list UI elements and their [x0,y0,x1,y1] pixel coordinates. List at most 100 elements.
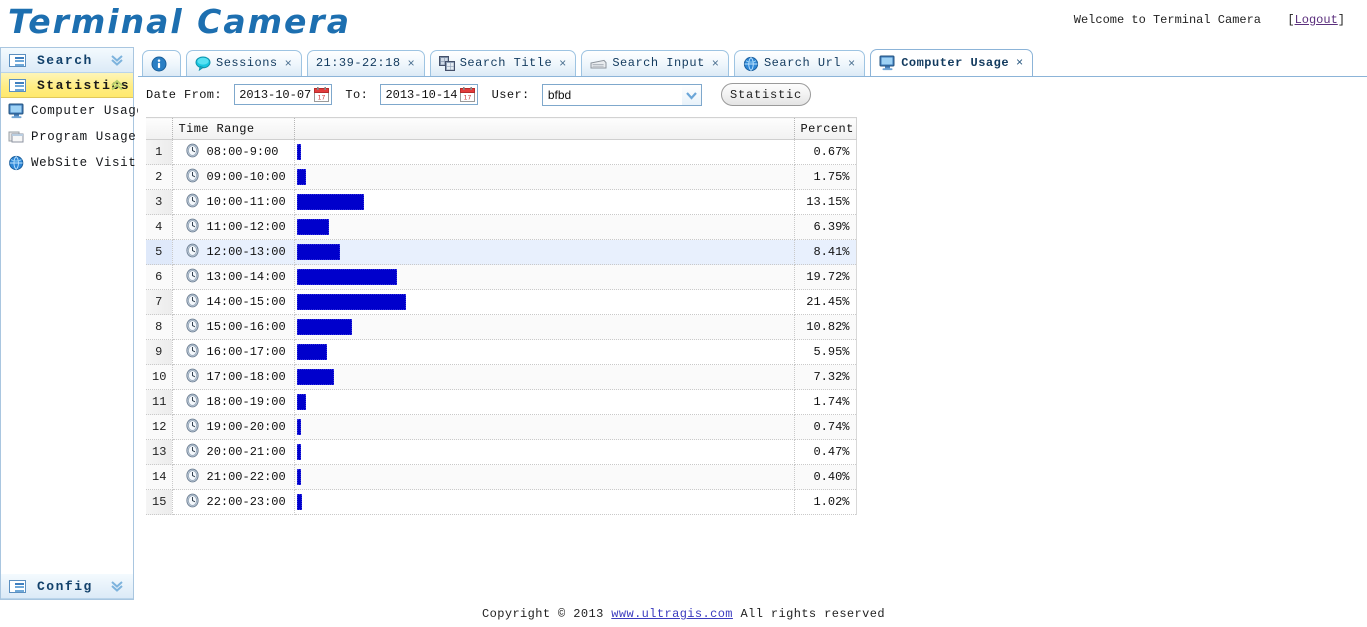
bracket-close: ] [1337,13,1345,27]
row-index: 12 [146,414,173,440]
row-bar-cell [294,389,795,415]
table-row[interactable]: 5 12:00-13:00 8.41% [146,239,857,265]
tab-info[interactable] [142,50,181,76]
row-time-range: 12:00-13:00 [172,239,295,265]
row-time-range: 08:00-9:00 [172,139,295,165]
row-percent: 10.82% [794,314,857,340]
table-row[interactable]: 9 16:00-17:00 5.95% [146,339,857,365]
row-time-range: 16:00-17:00 [172,339,295,365]
usage-bar [296,394,306,410]
table-row[interactable]: 3 10:00-11:00 13.15% [146,189,857,215]
sidebar-group-config[interactable]: Config [1,574,133,599]
table-row[interactable]: 11 18:00-19:00 1.74% [146,389,857,415]
user-select[interactable]: bfbd [541,83,702,106]
row-percent: 0.74% [794,414,857,440]
table-row[interactable]: 7 14:00-15:00 21.45% [146,289,857,315]
filter-toolbar: Date From: 2013-10-07 17 To: 2013-10-14 [138,77,1367,109]
tab-bar: Sessions × 21:39-22:18 × Search Title × … [138,47,1367,77]
row-bar-cell [294,164,795,190]
clock-icon [185,243,200,262]
clock-icon [185,493,200,512]
tab-label: Search Title [459,56,553,70]
clock-icon [185,268,200,287]
tab-search-url[interactable]: Search Url × [733,50,866,76]
sidebar-group-label: Search [37,53,93,68]
sidebar-item-computer-usage[interactable]: Computer Usage [1,98,144,124]
usage-bar [296,269,397,285]
row-index: 10 [146,364,173,390]
site-link[interactable]: www.ultragis.com [611,607,733,621]
close-icon[interactable]: × [408,58,415,70]
sidebar-item-program-usage[interactable]: Program Usage [1,124,136,150]
sidebar-group-statistics[interactable]: Statistics [1,73,133,98]
usage-bar [296,219,329,235]
table-row[interactable]: 4 11:00-12:00 6.39% [146,214,857,240]
usage-bar [296,444,301,460]
row-time-range: 20:00-21:00 [172,439,295,465]
calendar-icon[interactable]: 17 [460,87,476,102]
row-time-range: 10:00-11:00 [172,189,295,215]
close-icon[interactable]: × [285,58,292,70]
usage-bar [296,494,302,510]
row-index: 11 [146,389,173,415]
sidebar-item-label: Computer Usage [31,104,145,118]
row-percent: 1.74% [794,389,857,415]
tab-sessions[interactable]: Sessions × [186,50,302,76]
page-header: Terminal Camera Welcome to Terminal Came… [0,0,1367,46]
tab-time-range[interactable]: 21:39-22:18 × [306,50,425,76]
table-header-row: Time Range Percent [146,117,857,140]
sidebar-group-search[interactable]: Search [1,48,133,73]
table-row[interactable]: 14 21:00-22:00 0.40% [146,464,857,490]
row-bar-cell [294,289,795,315]
row-bar-cell [294,214,795,240]
close-icon[interactable]: × [848,58,855,70]
table-row[interactable]: 12 19:00-20:00 0.74% [146,414,857,440]
tab-label: Search Url [763,56,841,70]
row-time-range: 21:00-22:00 [172,464,295,490]
row-time-range: 17:00-18:00 [172,364,295,390]
close-icon[interactable]: × [712,58,719,70]
chevron-down-icon[interactable] [110,53,124,67]
row-bar-cell [294,414,795,440]
close-icon[interactable]: × [1016,57,1023,69]
col-index [146,117,173,140]
chevron-up-icon[interactable] [110,78,124,92]
sidebar-item-website-visit[interactable]: WebSite Visit [1,150,136,176]
chevron-down-icon[interactable] [681,84,701,105]
table-row[interactable]: 1 08:00-9:00 0.67% [146,139,857,165]
table-row[interactable]: 13 20:00-21:00 0.47% [146,439,857,465]
row-time-range: 11:00-12:00 [172,214,295,240]
statistic-button[interactable]: Statistic [721,83,812,106]
date-from-field[interactable]: 2013-10-07 17 [234,84,333,105]
table-row[interactable]: 6 13:00-14:00 19.72% [146,264,857,290]
table-row[interactable]: 10 17:00-18:00 7.32% [146,364,857,390]
tab-search-input[interactable]: Search Input × [581,50,729,76]
row-percent: 6.39% [794,214,857,240]
row-percent: 7.32% [794,364,857,390]
usage-bar [296,169,306,185]
usage-bar [296,319,352,335]
logout-container: [Logout] [1287,13,1345,27]
date-to-field[interactable]: 2013-10-14 17 [380,84,479,105]
calendar-icon[interactable]: 17 [314,87,330,102]
date-from-value: 2013-10-07 [239,88,312,102]
clock-icon [185,343,200,362]
svg-text:17: 17 [464,95,472,102]
table-row[interactable]: 2 09:00-10:00 1.75% [146,164,857,190]
row-percent: 0.47% [794,439,857,465]
chevron-down-icon[interactable] [110,579,124,593]
table-row[interactable]: 8 15:00-16:00 10.82% [146,314,857,340]
logout-link[interactable]: Logout [1295,13,1338,27]
row-index: 5 [146,239,173,265]
row-bar-cell [294,364,795,390]
close-icon[interactable]: × [559,58,566,70]
window-icon [8,129,25,145]
tab-search-title[interactable]: Search Title × [429,50,577,76]
usage-bar [296,469,301,485]
row-percent: 5.95% [794,339,857,365]
tab-computer-usage[interactable]: Computer Usage × [870,49,1034,76]
row-time-range: 18:00-19:00 [172,389,295,415]
row-index: 9 [146,339,173,365]
row-bar-cell [294,264,795,290]
table-row[interactable]: 15 22:00-23:00 1.02% [146,489,857,515]
